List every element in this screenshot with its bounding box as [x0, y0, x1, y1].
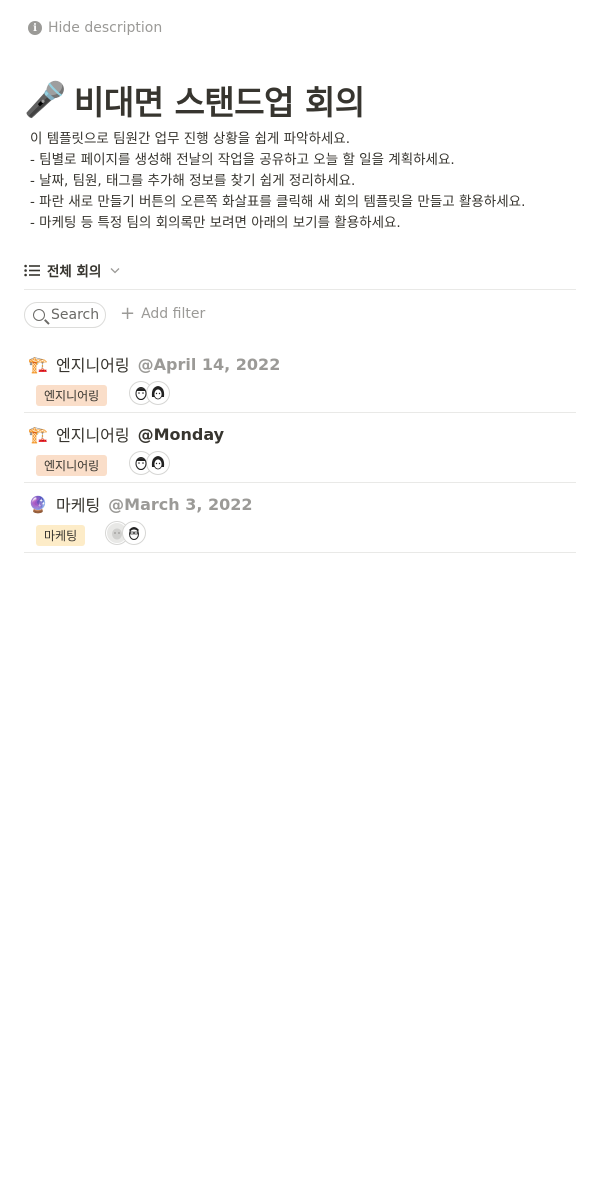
list-item-date: @Monday — [137, 424, 225, 444]
avatar-group — [130, 382, 169, 404]
avatar-group — [106, 522, 145, 544]
avatar — [147, 382, 169, 404]
list-item-date: @March 3, 2022 — [108, 494, 253, 514]
tag-badge: 마케팅 — [36, 525, 86, 546]
list-item-title: 🔮 마케팅 @March 3, 2022 — [28, 492, 253, 516]
description-line: - 날짜, 팀원, 태그를 추가해 정보를 찾기 쉽게 정리하세요. — [30, 173, 356, 189]
info-icon: i — [28, 21, 42, 35]
hide-description-label: Hide description — [48, 20, 163, 36]
description-line: - 팀별로 페이지를 생성해 전날의 작업을 공유하고 오늘 할 일을 계획하세… — [30, 152, 455, 168]
tag-badge: 엔지니어링 — [36, 455, 108, 476]
construction-icon: 🏗️ — [28, 424, 48, 444]
list-item-name: 마케팅 — [56, 496, 101, 515]
list-item-name: 엔지니어링 — [56, 426, 130, 445]
view-label: 전체 회의 — [47, 264, 102, 280]
search-input[interactable]: Search — [24, 302, 106, 328]
view-selector[interactable]: 전체 회의 — [24, 260, 120, 280]
list-item-title: 🏗️ 엔지니어링 @April 14, 2022 — [28, 352, 280, 376]
divider — [24, 289, 576, 290]
list-item[interactable]: 🔮 마케팅 @March 3, 2022 마케팅 — [24, 482, 576, 553]
plus-icon: + — [120, 303, 136, 324]
add-filter-button[interactable]: + Add filter — [120, 305, 205, 323]
description-line: - 마케팅 등 특정 팀의 회의록만 보려면 아래의 보기를 활용하세요. — [30, 215, 401, 231]
list-item-title: 🏗️ 엔지니어링 @Monday — [28, 422, 224, 446]
chevron-down-icon — [110, 266, 120, 277]
avatar — [147, 452, 169, 474]
add-filter-label: Add filter — [141, 306, 206, 322]
page-title-text[interactable]: 비대면 스탠드업 회의 — [74, 76, 365, 124]
list-icon — [24, 264, 40, 277]
list-item[interactable]: 🏗️ 엔지니어링 @Monday 엔지니어링 — [24, 412, 576, 483]
crystal-ball-icon: 🔮 — [28, 494, 48, 514]
hide-description-button[interactable]: i Hide description — [28, 20, 162, 36]
avatar-group — [130, 452, 169, 474]
search-label: Search — [51, 307, 100, 323]
tag-badge: 엔지니어링 — [36, 385, 108, 406]
avatar — [123, 522, 145, 544]
page-description: 이 템플릿으로 팀원간 업무 진행 상황을 쉽게 파악하세요. - 팀별로 페이… — [30, 129, 525, 234]
list-item-date: @April 14, 2022 — [137, 354, 281, 374]
construction-icon: 🏗️ — [28, 354, 48, 374]
list-item[interactable]: 🏗️ 엔지니어링 @April 14, 2022 엔지니어링 — [24, 342, 576, 413]
list-item-name: 엔지니어링 — [56, 356, 130, 375]
search-icon — [33, 309, 45, 321]
description-line: - 파란 새로 만들기 버튼의 오른쪽 화살표를 클릭해 새 회의 템플릿을 만… — [30, 194, 526, 210]
page-title[interactable]: 🎤 비대면 스탠드업 회의 — [24, 76, 365, 124]
description-line: 이 템플릿으로 팀원간 업무 진행 상황을 쉽게 파악하세요. — [30, 131, 350, 147]
microphone-icon[interactable]: 🎤 — [24, 80, 66, 120]
